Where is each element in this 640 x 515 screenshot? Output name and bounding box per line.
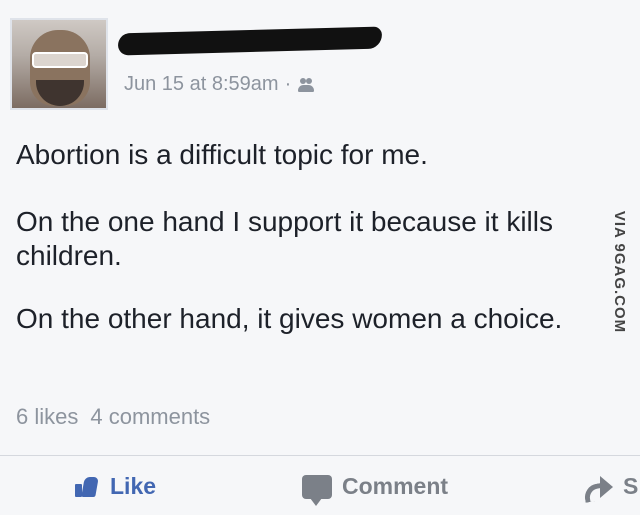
post-paragraph-3: On the other hand, it gives women a choi…: [16, 303, 563, 335]
like-label: Like: [110, 473, 157, 499]
post-paragraph-2: On the one hand I support it because it …: [16, 206, 553, 272]
likes-count[interactable]: 6 likes: [16, 404, 78, 430]
comments-count[interactable]: 4 comments: [90, 404, 210, 430]
avatar[interactable]: [10, 18, 108, 110]
meta-separator: ·: [284, 73, 292, 95]
share-button[interactable]: S: [584, 473, 640, 500]
post-paragraph-1: Abortion is a difficult topic for me.: [16, 139, 428, 170]
redacted-name: [117, 26, 383, 56]
like-thumb-icon: [73, 473, 100, 500]
post-meta: Jun 15 at 8:59am ·: [124, 73, 315, 96]
actions-divider: [0, 455, 640, 456]
comment-icon: [302, 474, 332, 506]
watermark: VIA 9GAG.COM: [554, 211, 640, 333]
avatar-glasses: [32, 52, 88, 68]
like-button[interactable]: Like: [73, 473, 156, 500]
post-timestamp[interactable]: Jun 15 at 8:59am: [124, 73, 279, 96]
post-actions: Like Comment S: [0, 473, 640, 515]
social-post: Jun 15 at 8:59am · Abortion is a difficu…: [0, 0, 640, 515]
share-label: S: [623, 473, 639, 499]
comment-label: Comment: [342, 473, 449, 499]
friends-audience-icon[interactable]: [297, 77, 315, 93]
share-arrow-icon: [584, 475, 613, 498]
watermark-text: VIA 9GAG.COM: [611, 210, 629, 334]
engagement-stats: 6 likes 4 comments: [16, 404, 210, 430]
post-content: Abortion is a difficult topic for me. On…: [16, 138, 628, 366]
comment-button[interactable]: Comment: [302, 473, 449, 506]
